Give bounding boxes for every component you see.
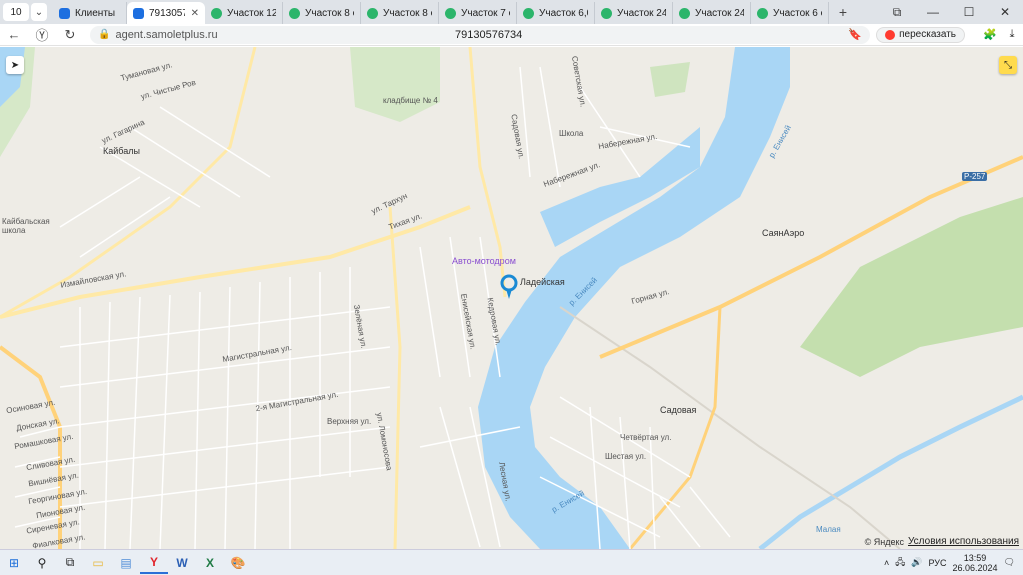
navigation-arrow-icon: ➤ xyxy=(10,59,20,71)
browser-tab[interactable]: Участок 24 с xyxy=(673,2,751,24)
tab-favicon-icon xyxy=(59,7,70,19)
tab-favicon-icon xyxy=(289,7,300,19)
retell-button[interactable]: пересказать xyxy=(876,26,965,43)
browser-tab[interactable]: Участок 6,04 xyxy=(517,2,595,24)
map-label-verkhnyaya: Верхняя ул. xyxy=(327,417,372,426)
url-text: agent.samoletplus.ru xyxy=(115,28,218,41)
address-bar: ← Ⓨ ↻ 🔒 agent.samoletplus.ru 79130576734… xyxy=(0,24,1023,46)
park-area xyxy=(350,47,440,122)
reload-icon[interactable]: ↻ xyxy=(56,27,84,43)
map-label-river-4: Малая xyxy=(816,525,841,534)
notifications-icon[interactable]: 🗨 xyxy=(1004,557,1015,568)
language-indicator[interactable]: РУС xyxy=(928,558,946,568)
map-label-motodrom: Авто-мотодром xyxy=(452,256,516,266)
search-icon[interactable]: ⚲ xyxy=(28,552,56,574)
map-label-sayanaero: СаянАэро xyxy=(762,228,805,238)
word-icon[interactable]: W xyxy=(168,552,196,574)
road-sovetskaya xyxy=(388,206,402,549)
tab-favicon-icon xyxy=(679,7,690,19)
tab-favicon-icon xyxy=(757,7,768,19)
map-label-station-ladeyskaya: Ладейская xyxy=(520,277,565,287)
collections-icon[interactable]: ⧉ xyxy=(879,5,915,20)
collapse-icon: ⤡ xyxy=(1004,59,1012,71)
fullscreen-button[interactable]: ⤡ xyxy=(999,56,1017,74)
map-label-school: Школа xyxy=(559,129,584,138)
road-south xyxy=(628,306,722,549)
system-tray: ˄ 🖧 🔊 РУС 13:59 26.06.2024 🗨 xyxy=(884,553,1023,573)
network-icon[interactable]: 🖧 xyxy=(895,555,905,571)
park-area-small xyxy=(650,62,690,97)
forest-area xyxy=(800,197,1023,377)
browser-tab[interactable]: Участок 7 со xyxy=(439,2,517,24)
close-window-button[interactable]: ✕ xyxy=(987,5,1023,20)
bookmark-icon[interactable]: 🔖 xyxy=(848,28,862,41)
minimize-button[interactable]: — xyxy=(915,5,951,20)
map-label-chetvertaya: Четвёртая ул. xyxy=(620,433,672,442)
tab-favicon-icon xyxy=(601,7,612,19)
new-tab-button[interactable]: + xyxy=(833,4,853,20)
browser-tab[interactable]: Участок 6 со xyxy=(751,2,829,24)
downloads-icon[interactable]: ⤓ xyxy=(1001,28,1023,41)
map-label-station-sadovaya: Садовая xyxy=(660,405,697,415)
excel-icon[interactable]: X xyxy=(196,552,224,574)
geolocation-button[interactable]: ➤ xyxy=(6,56,24,74)
yandex-logo-icon[interactable]: Ⓨ xyxy=(28,25,56,44)
taskbar: ⊞ ⚲ ⧉ ▭ ▤ Y W X 🎨 ˄ 🖧 🔊 РУС 13:59 26.06.… xyxy=(0,549,1023,575)
tab-label: Клиенты xyxy=(75,7,116,19)
browser-tab[interactable]: Участок 12 со xyxy=(205,2,283,24)
tab-label: Участок 8 со xyxy=(383,7,432,19)
tab-label: Участок 6 со xyxy=(773,7,822,19)
file-explorer-icon[interactable]: ▭ xyxy=(84,552,112,574)
tab-label: Участок 24 с xyxy=(617,7,666,19)
back-arrow-icon[interactable]: ← xyxy=(0,27,28,42)
tab-label: Участок 24 с xyxy=(695,7,744,19)
yandex-copyright: © Яндекс xyxy=(864,536,904,547)
browser-tab[interactable]: Участок 8 со xyxy=(361,2,439,24)
map-label-road-r257: Р-257 xyxy=(962,172,988,181)
tab-label: Участок 6,04 xyxy=(539,7,588,19)
extension-icon[interactable]: 🧩 xyxy=(979,28,1001,41)
map-label-shestaya: Шестая ул. xyxy=(605,452,647,461)
retell-icon xyxy=(885,29,896,40)
volume-icon[interactable]: 🔊 xyxy=(911,557,922,568)
tab-strip: 10 ⌄ Клиенты 79130576 ✕ Участок 12 со Участо… xyxy=(0,0,1023,24)
clock-date: 26.06.2024 xyxy=(952,562,998,573)
clock-time: 13:59 xyxy=(963,552,987,563)
tab-close-icon[interactable]: ✕ xyxy=(191,8,199,19)
task-view-icon[interactable]: ⧉ xyxy=(56,552,84,574)
page-title: 79130576734 xyxy=(455,28,523,41)
lock-icon: 🔒 xyxy=(98,29,111,40)
map-view[interactable]: Кайбалы кладбище № 4 Школа Кайбальская ш… xyxy=(0,47,1023,549)
browser-tab[interactable]: Клиенты xyxy=(53,2,127,24)
paint-icon[interactable]: 🎨 xyxy=(224,552,252,574)
tray-chevron-icon[interactable]: ˄ xyxy=(884,558,889,568)
tab-label: Участок 7 со xyxy=(461,7,510,19)
notepad-icon[interactable]: ▤ xyxy=(112,552,140,574)
yandex-browser-icon[interactable]: Y xyxy=(140,552,168,574)
tab-label: Участок 12 со xyxy=(227,7,276,19)
clock[interactable]: 13:59 26.06.2024 xyxy=(953,553,998,573)
map-label-kaibal-school: Кайбальская школа xyxy=(2,217,50,235)
map-footer: © Яндекс Условия использования xyxy=(865,536,1019,547)
maximize-button[interactable]: ☐ xyxy=(951,5,987,20)
map-label-cemetery: кладбище № 4 xyxy=(383,96,438,105)
tab-label: 79130576 xyxy=(149,7,185,19)
tab-count-button[interactable]: 10 xyxy=(3,3,29,21)
tab-list-chevron-icon[interactable]: ⌄ xyxy=(31,3,47,21)
tab-favicon-icon xyxy=(445,7,456,19)
tab-favicon-icon xyxy=(211,7,222,19)
browser-tab[interactable]: 79130576 ✕ xyxy=(127,2,205,24)
tab-favicon-icon xyxy=(523,7,534,19)
terms-link[interactable]: Условия использования xyxy=(908,536,1019,547)
map-label-kaibaly: Кайбалы xyxy=(103,146,140,156)
browser-tab[interactable]: Участок 24 с xyxy=(595,2,673,24)
tab-favicon-icon xyxy=(367,7,378,19)
retell-label: пересказать xyxy=(899,29,956,40)
url-field[interactable]: 🔒 agent.samoletplus.ru 79130576734 🔖 xyxy=(90,25,871,44)
tab-label: Участок 8 со xyxy=(305,7,354,19)
browser-tab[interactable]: Участок 8 со xyxy=(283,2,361,24)
windows-start-icon[interactable]: ⊞ xyxy=(0,552,28,574)
tab-favicon-icon xyxy=(133,7,144,19)
